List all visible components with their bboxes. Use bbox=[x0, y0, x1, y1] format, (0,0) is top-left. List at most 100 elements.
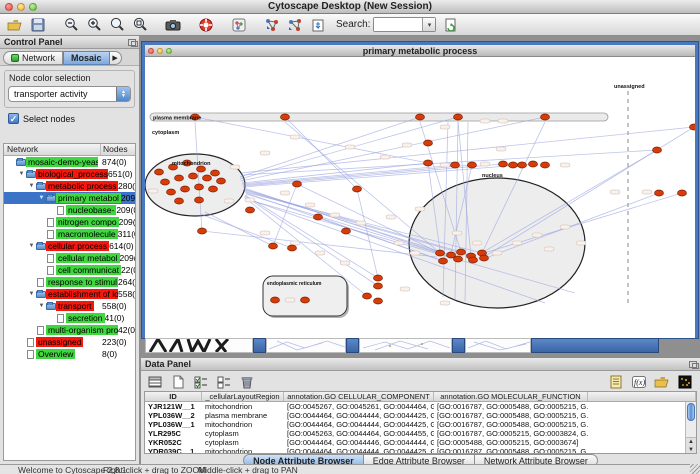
network-node[interactable] bbox=[480, 255, 489, 261]
import-network-icon[interactable] bbox=[307, 15, 329, 34]
network-node[interactable] bbox=[529, 161, 538, 167]
tree-row[interactable]: nitrogen compo209(0) bbox=[4, 216, 135, 228]
network-node[interactable] bbox=[374, 275, 383, 281]
tree-row[interactable]: nucleobase-209(0) bbox=[4, 204, 135, 216]
scrollbar-thumb[interactable] bbox=[687, 403, 695, 421]
network-node[interactable] bbox=[246, 207, 255, 213]
network-node[interactable] bbox=[195, 197, 204, 203]
layout-network-icon[interactable] bbox=[261, 15, 283, 34]
table-row[interactable]: YPL036W__1mitochondrion[GO:0044464, GO:0… bbox=[145, 420, 696, 429]
network-node[interactable] bbox=[424, 140, 433, 146]
network-node[interactable] bbox=[416, 114, 425, 120]
table-row[interactable]: YPL036W__2plasma membrane[GO:0044464, GO… bbox=[145, 411, 696, 420]
network-node[interactable] bbox=[288, 245, 297, 251]
resize-grip[interactable] bbox=[690, 464, 700, 474]
network-node[interactable] bbox=[198, 228, 207, 234]
network-node[interactable] bbox=[161, 179, 170, 185]
tree-row[interactable]: secretion41(0) bbox=[4, 312, 135, 324]
search-input[interactable] bbox=[374, 18, 422, 31]
network-node[interactable] bbox=[281, 114, 290, 120]
search-dropdown-button[interactable]: ▾ bbox=[422, 18, 435, 31]
tree-row[interactable]: unassigned223(0) bbox=[4, 336, 135, 348]
node-color-dropdown[interactable]: transporter activity ▲▼ bbox=[8, 86, 131, 102]
network-node[interactable] bbox=[541, 162, 550, 168]
expand-arrow-icon[interactable]: ▼ bbox=[28, 183, 35, 189]
layout-selected-icon[interactable] bbox=[284, 15, 306, 34]
table-row[interactable]: YKR052Ccytoplasm[GO:0044464, GO:0044446,… bbox=[145, 438, 696, 447]
network-node[interactable] bbox=[451, 162, 460, 168]
network-node[interactable] bbox=[269, 243, 278, 249]
zoom-selected-icon[interactable] bbox=[106, 15, 128, 34]
network-node[interactable] bbox=[454, 114, 463, 120]
network-node[interactable] bbox=[189, 173, 198, 179]
select-nodes-checkbox[interactable]: ✓ bbox=[8, 113, 19, 124]
snapshot-icon[interactable] bbox=[162, 15, 184, 34]
float-panel-icon[interactable] bbox=[689, 361, 697, 368]
save-icon[interactable] bbox=[27, 15, 49, 34]
network-node[interactable] bbox=[655, 190, 664, 196]
network-node[interactable] bbox=[271, 297, 280, 303]
table-row[interactable]: YLR295Ccytoplasm[GO:0045263, GO:0044464,… bbox=[145, 429, 696, 438]
tree-row[interactable]: response to stimul264(0) bbox=[4, 276, 135, 288]
scrollbar-arrows[interactable]: ▲▼ bbox=[686, 437, 696, 453]
network-node[interactable] bbox=[454, 256, 463, 262]
zoom-out-icon[interactable] bbox=[60, 15, 82, 34]
select-all-attributes-icon[interactable] bbox=[190, 372, 212, 391]
delete-attribute-icon[interactable] bbox=[236, 372, 258, 391]
attribute-table-header[interactable]: ID _cellularLayoutRegion annotation.GO C… bbox=[145, 392, 696, 402]
network-node[interactable] bbox=[217, 178, 226, 184]
tree-row[interactable]: ▼cellular process614(0) bbox=[4, 240, 135, 252]
network-node[interactable] bbox=[690, 124, 696, 130]
network-node[interactable] bbox=[436, 250, 445, 256]
tab-mosaic[interactable]: Mosaic bbox=[63, 51, 110, 65]
network-node[interactable] bbox=[211, 170, 220, 176]
network-view-window[interactable]: primary metabolic process plasma membran… bbox=[142, 42, 698, 338]
tree-row[interactable]: ▼primary metabol209(... bbox=[4, 192, 135, 204]
network-node[interactable] bbox=[439, 258, 448, 264]
refresh-network-icon[interactable] bbox=[440, 15, 462, 34]
network-node[interactable] bbox=[424, 160, 433, 166]
tree-row[interactable]: cell communicat22(0) bbox=[4, 264, 135, 276]
network-node[interactable] bbox=[499, 161, 508, 167]
tree-row[interactable]: ▼transport558(0) bbox=[4, 300, 135, 312]
network-node[interactable] bbox=[301, 297, 310, 303]
create-attribute-icon[interactable] bbox=[167, 372, 189, 391]
zoom-fit-icon[interactable] bbox=[129, 15, 151, 34]
open-icon[interactable] bbox=[4, 15, 26, 34]
network-node[interactable] bbox=[167, 189, 176, 195]
network-node[interactable] bbox=[363, 293, 372, 299]
network-node[interactable] bbox=[203, 175, 212, 181]
tree-row[interactable]: ▼metabolic process280(0) bbox=[4, 180, 135, 192]
function-builder-icon[interactable]: f(x) bbox=[628, 372, 650, 391]
table-row[interactable]: YDR039C__1mitochondrion[GO:0044464, GO:0… bbox=[145, 447, 696, 454]
network-node[interactable] bbox=[518, 162, 527, 168]
import-attributes-icon[interactable] bbox=[651, 372, 673, 391]
network-node[interactable] bbox=[374, 283, 383, 289]
network-node[interactable] bbox=[155, 169, 164, 175]
float-panel-icon[interactable] bbox=[128, 39, 136, 46]
vizmapper-icon[interactable] bbox=[228, 15, 250, 34]
network-node[interactable] bbox=[457, 249, 466, 255]
network-node[interactable] bbox=[353, 186, 362, 192]
zoom-in-icon[interactable] bbox=[83, 15, 105, 34]
expand-arrow-icon[interactable]: ▼ bbox=[38, 195, 45, 201]
tree-column-header[interactable]: Network Nodes bbox=[4, 144, 135, 156]
network-node[interactable] bbox=[314, 214, 323, 220]
attribute-editor-icon[interactable] bbox=[605, 372, 627, 391]
network-node[interactable] bbox=[293, 181, 302, 187]
expand-arrow-icon[interactable]: ▼ bbox=[38, 303, 45, 309]
expand-arrow-icon[interactable]: ▼ bbox=[28, 243, 35, 249]
tree-row[interactable]: Overview8(0) bbox=[4, 348, 135, 360]
tab-overflow-arrow[interactable]: ▶ bbox=[110, 51, 122, 65]
tree-row[interactable]: macromolecule311(0) bbox=[4, 228, 135, 240]
network-node[interactable] bbox=[209, 186, 218, 192]
tree-row[interactable]: cellular metabol209(0) bbox=[4, 252, 135, 264]
unselect-all-attributes-icon[interactable] bbox=[213, 372, 235, 391]
table-row[interactable]: YJR121W__1mitochondrion[GO:0045267, GO:0… bbox=[145, 402, 696, 411]
expand-arrow-icon[interactable]: ▼ bbox=[28, 291, 35, 297]
tree-row[interactable]: ▼biological_process651(0) bbox=[4, 168, 135, 180]
table-scrollbar[interactable]: ▲▼ bbox=[685, 402, 696, 453]
network-node[interactable] bbox=[374, 298, 383, 304]
network-node[interactable] bbox=[541, 114, 550, 120]
network-node[interactable] bbox=[342, 228, 351, 234]
